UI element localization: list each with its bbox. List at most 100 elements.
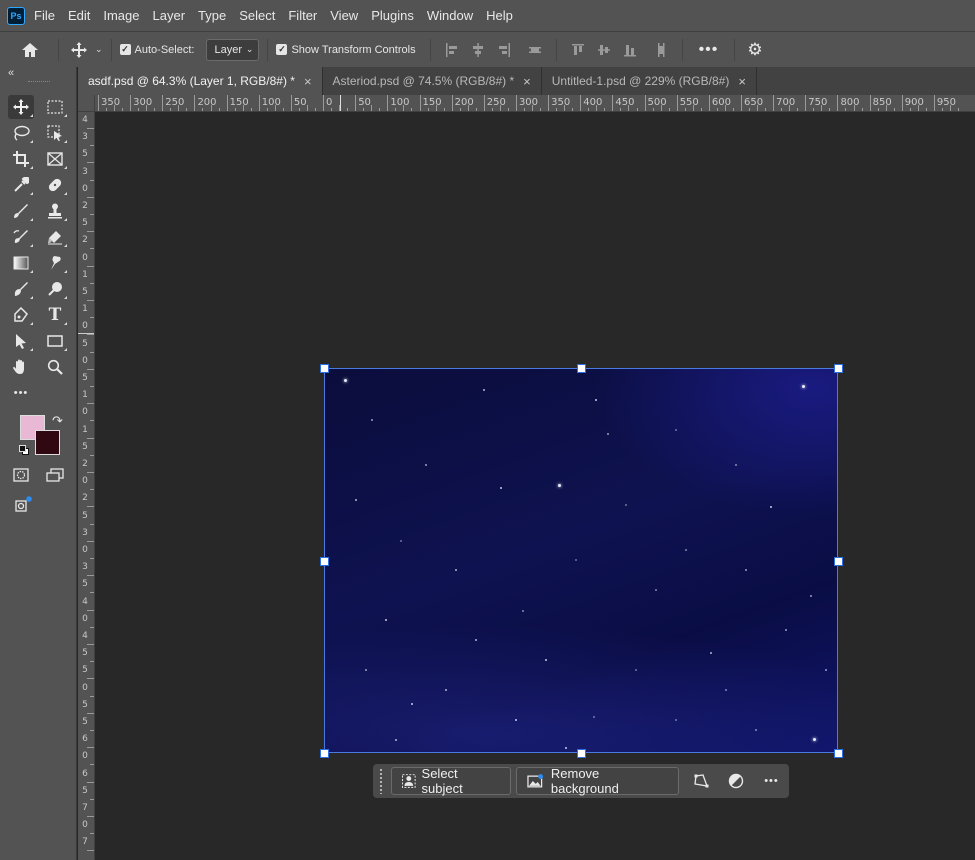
menu-layer[interactable]: Layer — [153, 8, 186, 23]
collapse-panel-icon[interactable]: « — [8, 67, 14, 79]
separator — [267, 38, 269, 61]
home-icon[interactable] — [10, 42, 50, 58]
menu-select[interactable]: Select — [239, 8, 275, 23]
ruler-label: 50 — [358, 97, 371, 108]
hand-tool-icon[interactable] — [8, 355, 34, 379]
ruler-minor-tick — [781, 108, 783, 111]
star — [607, 433, 609, 435]
show-transform-checkbox[interactable]: ✓ — [276, 44, 288, 55]
options-bar: ⌄ ✓ Auto-Select: Layer ⌄ ✓ Show Transfor… — [0, 31, 975, 67]
edit-toolbar-icon[interactable] — [10, 493, 36, 517]
align-top-icon[interactable] — [571, 43, 584, 57]
gear-icon[interactable]: ⚙ — [747, 40, 762, 60]
align-left-icon[interactable] — [445, 42, 458, 57]
ruler-minor-tick — [306, 105, 308, 111]
pen-tool-icon[interactable] — [8, 303, 34, 327]
document-tab-asteriod[interactable]: Asteriod.psd @ 74.5% (RGB/8#) * × — [323, 67, 542, 95]
star — [522, 610, 524, 612]
ruler-minor-tick — [411, 108, 413, 111]
transform-icon[interactable] — [684, 767, 719, 795]
drag-handle[interactable] — [379, 768, 383, 794]
eyedropper-tool-icon[interactable] — [8, 173, 34, 197]
document-tab-untitled[interactable]: Untitled-1.psd @ 229% (RGB/8#) × — [542, 67, 757, 95]
move-tool-icon[interactable] — [8, 95, 34, 119]
auto-select-checkbox[interactable]: ✓ — [119, 44, 131, 55]
ruler-origin[interactable] — [78, 95, 95, 112]
more-tools-icon[interactable]: ••• — [8, 381, 34, 405]
rectangle-tool-icon[interactable] — [42, 329, 68, 353]
align-center-icon[interactable] — [472, 42, 484, 57]
swap-colors-icon[interactable]: ↷ — [52, 413, 63, 429]
auto-select-target-dropdown[interactable]: Layer ⌄ — [206, 38, 260, 61]
vertical-ruler[interactable]: 4353025201510505101520253035404550556065… — [78, 112, 95, 860]
transform-handle-middle-right[interactable] — [834, 557, 843, 566]
dodge-tool-icon[interactable] — [42, 277, 68, 301]
ruler-minor-tick — [395, 108, 397, 111]
quick-mask-icon[interactable] — [8, 463, 34, 487]
marquee-tool-icon[interactable] — [42, 95, 68, 119]
menu-window[interactable]: Window — [427, 8, 473, 23]
blur-tool-icon[interactable] — [8, 277, 34, 301]
document-tab-asdf[interactable]: asdf.psd @ 64.3% (Layer 1, RGB/8#) * × — [78, 67, 323, 95]
zoom-tool-icon[interactable] — [42, 355, 68, 379]
move-tool-preset-icon[interactable]: ⌄ — [71, 41, 103, 58]
more-options-icon[interactable]: ••• — [699, 41, 719, 59]
adjustment-icon[interactable] — [719, 767, 754, 795]
transform-handle-top-right[interactable] — [834, 364, 843, 373]
background-color-swatch[interactable] — [35, 430, 60, 455]
menu-filter[interactable]: Filter — [288, 8, 317, 23]
history-brush-icon[interactable] — [8, 225, 34, 249]
crop-tool-icon[interactable] — [8, 147, 34, 171]
default-colors-icon[interactable] — [18, 444, 30, 456]
separator — [734, 38, 736, 61]
path-select-icon[interactable] — [8, 329, 34, 353]
chevron-down-icon[interactable]: ⌄ — [95, 44, 103, 55]
menu-plugins[interactable]: Plugins — [371, 8, 414, 23]
transform-handle-bottom-center[interactable] — [577, 749, 586, 758]
screen-mode-icon[interactable] — [42, 463, 68, 487]
healing-brush-icon[interactable] — [42, 173, 68, 197]
transform-handle-middle-left[interactable] — [320, 557, 329, 566]
ruler-label: 5 — [82, 218, 88, 229]
frame-tool-icon[interactable] — [42, 147, 68, 171]
photoshop-logo[interactable]: Ps — [7, 6, 25, 25]
align-right-icon[interactable] — [498, 42, 510, 57]
menu-help[interactable]: Help — [486, 8, 513, 23]
ruler-minor-tick — [363, 108, 365, 111]
smudge-tool-icon[interactable] — [42, 251, 68, 275]
distribute-icon[interactable] — [528, 43, 541, 57]
menu-type[interactable]: Type — [198, 8, 226, 23]
type-tool-icon[interactable]: T — [42, 303, 68, 327]
star — [455, 569, 457, 571]
ruler-tick — [87, 128, 94, 129]
more-options-icon[interactable]: ••• — [754, 767, 789, 795]
transform-handle-top-left[interactable] — [320, 364, 329, 373]
ruler-tick — [773, 95, 775, 111]
menu-view[interactable]: View — [330, 8, 358, 23]
horizontal-ruler[interactable]: 350 300 250 200 150 100 50 0 50 100 150 200 250 300 35… — [95, 95, 975, 112]
gradient-tool-icon[interactable] — [8, 251, 34, 275]
transform-handle-bottom-right[interactable] — [834, 749, 843, 758]
ruler-label: 550 — [679, 97, 699, 108]
document-image-starfield[interactable] — [324, 368, 838, 753]
remove-background-button[interactable]: Remove background — [516, 766, 679, 796]
ruler-label: 1 — [82, 390, 88, 401]
close-icon[interactable]: × — [738, 74, 746, 89]
menu-edit[interactable]: Edit — [68, 8, 90, 23]
menu-image[interactable]: Image — [103, 8, 139, 23]
object-select-tool-icon[interactable] — [42, 121, 68, 145]
lasso-tool-icon[interactable] — [8, 121, 34, 145]
align-middle-icon[interactable] — [597, 43, 610, 57]
menu-file[interactable]: File — [34, 8, 55, 23]
transform-handle-top-center[interactable] — [577, 364, 586, 373]
align-bottom-icon[interactable] — [623, 43, 636, 57]
select-subject-button[interactable]: Select subject — [390, 766, 512, 796]
close-icon[interactable]: × — [304, 74, 312, 89]
distribute-horizontal-icon[interactable] — [655, 42, 667, 57]
eraser-icon[interactable] — [42, 225, 68, 249]
close-icon[interactable]: × — [523, 74, 531, 89]
clone-stamp-icon[interactable] — [42, 199, 68, 223]
ruler-label: 350 — [551, 97, 571, 108]
transform-handle-bottom-left[interactable] — [320, 749, 329, 758]
brush-tool-icon[interactable] — [8, 199, 34, 223]
